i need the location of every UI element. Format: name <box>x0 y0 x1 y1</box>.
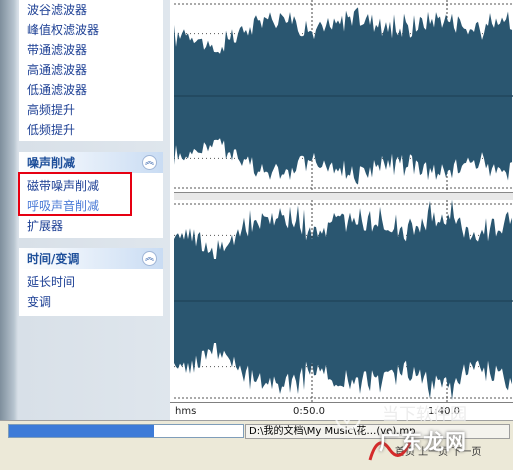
pitch-shift-link[interactable]: 变调 <box>19 292 163 312</box>
watermark-top-text: 当下软件园 <box>382 405 467 425</box>
time-mark-50s: 0:50.0 <box>293 406 325 417</box>
waveform-left-svg <box>174 0 513 192</box>
collapse-icon[interactable]: ︽ <box>142 251 157 266</box>
filter-list: 波谷滤波器 峰值权滤波器 带通滤波器 高通滤波器 低通滤波器 高频提升 低频提升 <box>19 0 163 140</box>
expander-link[interactable]: 扩展器 <box>19 216 163 236</box>
filter-link-5[interactable]: 高频提升 <box>19 100 163 120</box>
collapse-icon[interactable]: ︽ <box>142 155 157 170</box>
progress-fill <box>9 425 155 437</box>
filter-link-0[interactable]: 波谷滤波器 <box>19 0 163 20</box>
filter-panel: 波谷滤波器 峰值权滤波器 带通滤波器 高通滤波器 低通滤波器 高频提升 低频提升 <box>19 0 163 141</box>
watermark-main-text: 广东龙网 <box>379 430 467 454</box>
filter-link-1[interactable]: 峰值权滤波器 <box>19 20 163 40</box>
progress-bar <box>8 424 244 438</box>
waveform-view[interactable] <box>170 0 513 420</box>
filter-link-2[interactable]: 带通滤波器 <box>19 40 163 60</box>
filter-link-6[interactable]: 低频提升 <box>19 120 163 140</box>
waveform-channel-left[interactable] <box>174 0 513 192</box>
waveform-channel-right[interactable] <box>174 200 513 402</box>
noise-reduction-title: 噪声削减 <box>27 156 76 170</box>
time-pitch-title: 时间/变调 <box>27 252 80 266</box>
site-watermark: 当下软件园 广东龙网 <box>330 392 513 469</box>
filter-link-4[interactable]: 低通滤波器 <box>19 80 163 100</box>
highlight-box <box>18 172 132 216</box>
time-pitch-panel: 时间/变调 ︽ 延长时间 变调 <box>19 248 163 316</box>
waveform-shape <box>174 200 512 401</box>
time-pitch-header[interactable]: 时间/变调 ︽ <box>19 248 163 269</box>
stretch-time-link[interactable]: 延长时间 <box>19 272 163 292</box>
filter-link-3[interactable]: 高通滤波器 <box>19 60 163 80</box>
noise-reduction-header[interactable]: 噪声削减 ︽ <box>19 152 163 173</box>
time-unit-label: hms <box>175 406 197 417</box>
waveform-right-svg <box>174 200 513 402</box>
